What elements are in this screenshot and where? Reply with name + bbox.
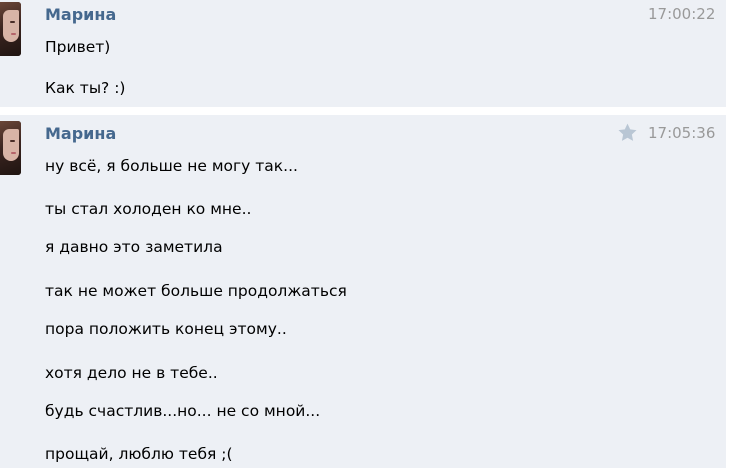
message-line: хотя дело не в тебе.. xyxy=(45,364,218,382)
chat-history: Марина 17:00:22 Привет) Как ты? :) Марин… xyxy=(0,0,734,468)
avatar[interactable] xyxy=(0,2,21,56)
message-line: Как ты? :) xyxy=(45,79,126,97)
avatar[interactable] xyxy=(0,121,21,175)
message-line: пора положить конец этому.. xyxy=(45,320,287,338)
message-time: 17:05:36 xyxy=(648,124,716,142)
star-icon[interactable] xyxy=(617,122,638,143)
message-line: прощай, люблю тебя ;( xyxy=(45,445,233,463)
message-line: так не может больше продолжаться xyxy=(45,282,347,300)
message-line: ну всё, я больше не могу так... xyxy=(45,157,298,175)
message-author[interactable]: Марина xyxy=(45,5,116,24)
message-author[interactable]: Марина xyxy=(45,124,116,143)
message-line: ты стал холоден ко мне.. xyxy=(45,200,252,218)
message-line: будь счастлив...но... не со мной... xyxy=(45,402,321,420)
message-time: 17:00:22 xyxy=(648,5,716,23)
message-line: я давно это заметила xyxy=(45,238,223,256)
message-line: Привет) xyxy=(45,38,111,56)
